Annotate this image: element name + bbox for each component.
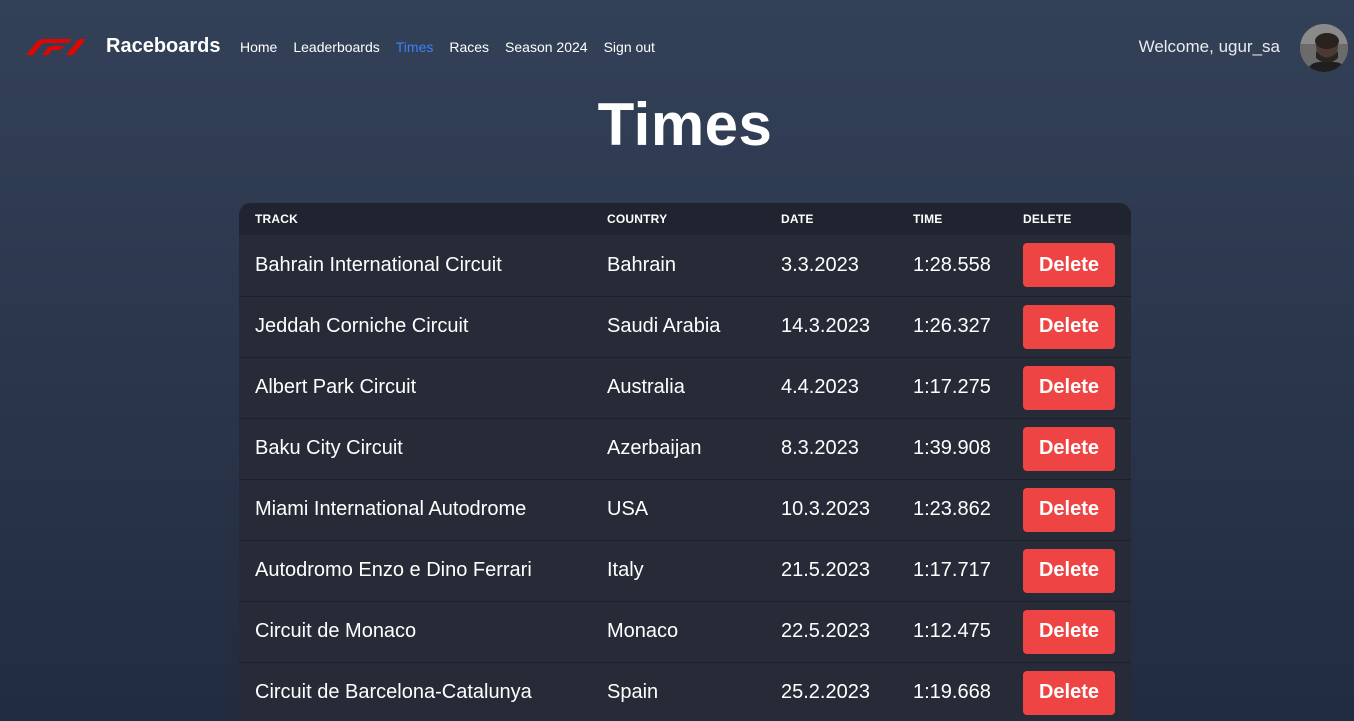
delete-button[interactable]: Delete xyxy=(1023,426,1115,471)
cell-track: Circuit de Monaco xyxy=(255,620,417,642)
cell-date: 21.5.2023 xyxy=(781,559,870,581)
header-track: TRACK xyxy=(255,212,298,226)
cell-track: Jeddah Corniche Circuit xyxy=(255,315,469,337)
delete-button[interactable]: Delete xyxy=(1023,548,1115,593)
table-row: Jeddah Corniche Circuit Saudi Arabia 14.… xyxy=(239,296,1131,357)
cell-track: Albert Park Circuit xyxy=(255,376,417,398)
delete-button[interactable]: Delete xyxy=(1023,243,1115,288)
cell-country: Italy xyxy=(607,559,644,581)
cell-time: 1:17.275 xyxy=(913,376,991,398)
cell-date: 25.2.2023 xyxy=(781,681,870,703)
cell-time: 1:28.558 xyxy=(913,253,991,276)
cell-track: Circuit de Barcelona-Catalunya xyxy=(255,681,532,703)
cell-delete: Delete xyxy=(1007,418,1131,479)
table-row: Bahrain International Circuit Bahrain 3.… xyxy=(239,235,1131,296)
cell-country: USA xyxy=(607,498,649,520)
cell-date: 8.3.2023 xyxy=(781,437,859,459)
cell-delete: Delete xyxy=(1007,235,1131,296)
cell-track: Miami International Autodrome xyxy=(255,498,527,520)
cell-date: 22.5.2023 xyxy=(781,620,870,642)
cell-time: 1:39.908 xyxy=(913,437,991,459)
cell-track: Autodromo Enzo e Dino Ferrari xyxy=(255,559,532,581)
cell-country: Azerbaijan xyxy=(607,437,702,459)
cell-time: 1:12.475 xyxy=(913,620,991,642)
times-table: TRACK COUNTRY DATE TIME DELETE Bahrain I… xyxy=(239,203,1131,721)
nav-link-sign-out[interactable]: Sign out xyxy=(604,39,655,55)
nav-link-leaderboards[interactable]: Leaderboards xyxy=(293,39,379,55)
cell-delete: Delete xyxy=(1007,357,1131,418)
cell-country: Australia xyxy=(607,376,685,398)
cell-delete: Delete xyxy=(1007,296,1131,357)
nav-link-races[interactable]: Races xyxy=(449,39,489,55)
nav-links: Home Leaderboards Times Races Season 202… xyxy=(240,39,671,55)
f1-logo-icon[interactable] xyxy=(22,38,86,56)
delete-button[interactable]: Delete xyxy=(1023,670,1115,715)
table-row: Circuit de Barcelona-Catalunya Spain 25.… xyxy=(239,662,1131,721)
cell-country: Spain xyxy=(607,681,659,703)
table-row: Circuit de Monaco Monaco 22.5.2023 1:12.… xyxy=(239,601,1131,662)
header-delete: DELETE xyxy=(1023,212,1072,226)
header-date: DATE xyxy=(781,212,814,226)
delete-button[interactable]: Delete xyxy=(1023,304,1115,349)
cell-country: Bahrain xyxy=(607,253,676,276)
table-row: Baku City Circuit Azerbaijan 8.3.2023 1:… xyxy=(239,418,1131,479)
cell-time: 1:23.862 xyxy=(913,498,991,520)
cell-country: Saudi Arabia xyxy=(607,315,721,337)
brand-name[interactable]: Raceboards xyxy=(106,35,221,58)
delete-button[interactable]: Delete xyxy=(1023,487,1115,532)
nav-link-home[interactable]: Home xyxy=(240,39,277,55)
table-header-row: TRACK COUNTRY DATE TIME DELETE xyxy=(239,203,1131,235)
navbar: Raceboards Home Leaderboards Times Races… xyxy=(0,0,1354,94)
table-row: Miami International Autodrome USA 10.3.2… xyxy=(239,479,1131,540)
page-title: Times xyxy=(597,91,773,158)
header-time: TIME xyxy=(913,212,943,226)
delete-button[interactable]: Delete xyxy=(1023,609,1115,654)
delete-button[interactable]: Delete xyxy=(1023,365,1115,410)
cell-date: 10.3.2023 xyxy=(781,498,870,520)
cell-date: 4.4.2023 xyxy=(781,376,859,398)
cell-country: Monaco xyxy=(607,620,679,642)
nav-link-season-2024[interactable]: Season 2024 xyxy=(505,39,588,55)
cell-delete: Delete xyxy=(1007,662,1131,721)
cell-time: 1:26.327 xyxy=(913,315,991,337)
cell-track: Baku City Circuit xyxy=(255,437,403,459)
cell-date: 3.3.2023 xyxy=(781,253,859,276)
cell-delete: Delete xyxy=(1007,540,1131,601)
cell-track: Bahrain International Circuit xyxy=(255,253,502,276)
welcome-text: Welcome, ugur_sa xyxy=(1138,37,1280,56)
avatar[interactable] xyxy=(1300,24,1348,72)
cell-delete: Delete xyxy=(1007,479,1131,540)
header-country: COUNTRY xyxy=(607,212,668,226)
cell-date: 14.3.2023 xyxy=(781,315,870,337)
cell-time: 1:17.717 xyxy=(913,559,991,581)
table-row: Autodromo Enzo e Dino Ferrari Italy 21.5… xyxy=(239,540,1131,601)
cell-time: 1:19.668 xyxy=(913,681,991,703)
cell-delete: Delete xyxy=(1007,601,1131,662)
table-row: Albert Park Circuit Australia 4.4.2023 1… xyxy=(239,357,1131,418)
nav-link-times[interactable]: Times xyxy=(396,39,434,55)
